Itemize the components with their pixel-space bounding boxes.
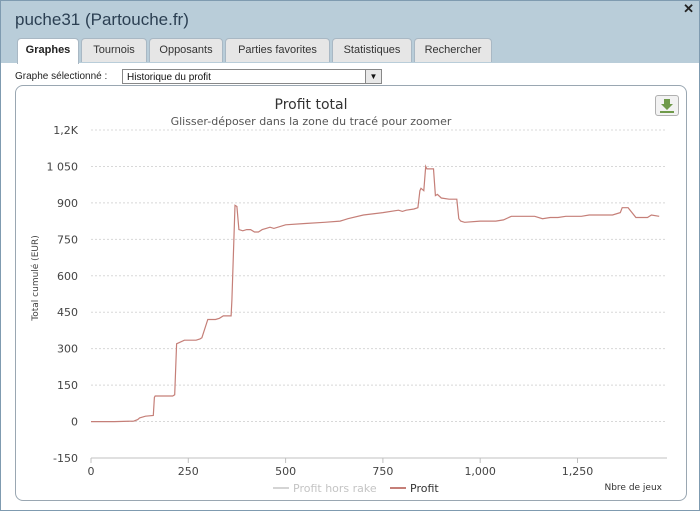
y-axis-ticks: 1,2K 1 050 900 750 600 450 300 150 0 -150: [47, 124, 79, 465]
y-axis-label: Total cumulé (EUR): [30, 235, 41, 321]
legend-profit-label[interactable]: Profit: [410, 482, 439, 495]
x-tick-label: 500: [275, 465, 296, 478]
x-tick-label: 0: [88, 465, 95, 478]
tab-statistiques[interactable]: Statistiques: [332, 38, 412, 62]
legend-hors-rake-label[interactable]: Profit hors rake: [293, 482, 377, 495]
y-tick-label: 150: [57, 379, 78, 392]
tab-rechercher[interactable]: Rechercher: [414, 38, 492, 62]
y-tick-label: 1,2K: [53, 124, 78, 137]
x-axis-label: Nbre de jeux: [604, 483, 662, 493]
chart-panel: Profit total Glisser-déposer dans la zon…: [15, 85, 687, 501]
graph-select-value: Historique du profit: [127, 72, 211, 83]
download-icon: [660, 99, 674, 113]
chevron-down-icon[interactable]: ▼: [365, 70, 381, 83]
tab-opposants[interactable]: Opposants: [149, 38, 223, 62]
y-tick-label: 450: [57, 306, 78, 319]
graph-select[interactable]: Historique du profit ▼: [122, 69, 382, 84]
x-tick-label: 250: [178, 465, 199, 478]
chart-legend[interactable]: Profit hors rake Profit: [273, 482, 439, 495]
window-title-bar: puche31 (Partouche.fr) ✕ Graphes Tournoi…: [1, 1, 699, 64]
y-tick-label: 300: [57, 343, 78, 356]
graph-selector-label: Graphe sélectionné :: [15, 71, 108, 82]
chart-title: Profit total: [275, 97, 348, 113]
close-icon[interactable]: ✕: [683, 2, 694, 16]
download-button[interactable]: [655, 95, 679, 116]
grid-lines: [91, 129, 667, 423]
y-tick-label: 900: [57, 197, 78, 210]
tab-parties-favorites[interactable]: Parties favorites: [225, 38, 330, 62]
x-tick-label: 1,000: [464, 465, 496, 478]
profit-chart[interactable]: Profit total Glisser-déposer dans la zon…: [16, 86, 686, 500]
y-tick-label: -150: [53, 452, 78, 465]
y-tick-label: 750: [57, 233, 78, 246]
x-tick-label: 750: [372, 465, 393, 478]
partouche-stats-window: puche31 (Partouche.fr) ✕ Graphes Tournoi…: [0, 0, 700, 511]
x-tick-label: 1,250: [562, 465, 594, 478]
window-title: puche31 (Partouche.fr): [15, 10, 189, 29]
tab-tournois[interactable]: Tournois: [81, 38, 147, 62]
chart-subtitle: Glisser-déposer dans la zone du tracé po…: [171, 115, 452, 128]
profit-series-line: [91, 164, 660, 423]
x-axis-ticks: 0 250 500 750 1,000 1,250: [88, 458, 594, 478]
tab-graphes[interactable]: Graphes: [17, 38, 79, 64]
y-tick-label: 0: [71, 416, 78, 429]
y-tick-label: 600: [57, 270, 78, 283]
y-tick-label: 1 050: [47, 160, 79, 173]
